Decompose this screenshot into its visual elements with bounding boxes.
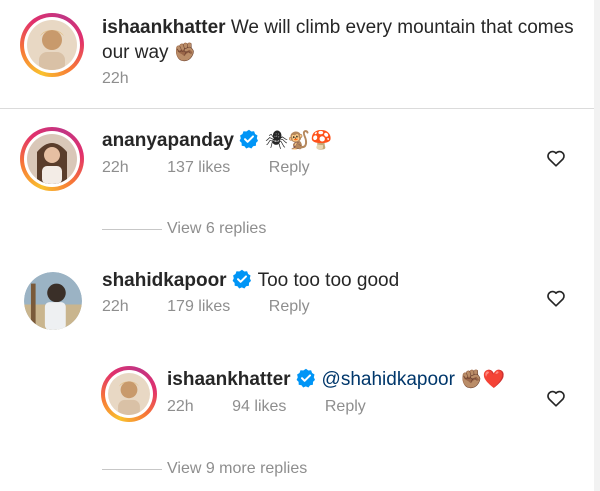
reply-button[interactable]: Reply bbox=[269, 159, 310, 176]
comment-time: 22h bbox=[102, 70, 129, 87]
heart-icon[interactable] bbox=[545, 287, 567, 309]
shahid-avatar-image bbox=[24, 272, 82, 330]
reply-username[interactable]: ishaankhatter bbox=[167, 369, 291, 390]
view-replies-button[interactable]: View 6 replies bbox=[167, 220, 266, 238]
comment-time: 22h bbox=[102, 159, 129, 176]
view-more-replies-button[interactable]: View 9 more replies bbox=[167, 460, 307, 478]
reply-button[interactable]: Reply bbox=[325, 398, 366, 415]
mention-link[interactable]: @shahidkapoor bbox=[322, 369, 455, 390]
comment-text: We will climb every mountain that comes bbox=[230, 17, 574, 38]
ishaan-avatar-image bbox=[27, 20, 77, 70]
fist-emoji: ✊🏽 bbox=[173, 42, 197, 63]
reply-button[interactable]: Reply bbox=[269, 298, 310, 315]
divider bbox=[0, 108, 594, 109]
comment-username[interactable]: ananyapanday bbox=[102, 130, 234, 151]
comment-text-continued: our way bbox=[102, 42, 169, 63]
ananya-avatar-image bbox=[27, 134, 77, 184]
emoji-group: 🕷🐒🍄 bbox=[265, 130, 333, 151]
view-replies-line bbox=[102, 229, 162, 230]
verified-badge-icon bbox=[296, 368, 315, 388]
fist-heart-emoji: ✊🏽❤️ bbox=[460, 369, 506, 390]
comment-text: Too too too good bbox=[257, 270, 400, 291]
likes-count[interactable]: 94 likes bbox=[232, 398, 286, 415]
avatar[interactable] bbox=[20, 13, 84, 77]
avatar[interactable] bbox=[24, 272, 82, 330]
view-replies-line bbox=[102, 469, 162, 470]
heart-icon[interactable] bbox=[545, 147, 567, 169]
heart-icon[interactable] bbox=[545, 387, 567, 409]
avatar[interactable] bbox=[20, 127, 84, 191]
comment-username[interactable]: ishaankhatter bbox=[102, 17, 226, 38]
avatar[interactable] bbox=[101, 366, 157, 422]
comment-time: 22h bbox=[102, 298, 129, 315]
likes-count[interactable]: 137 likes bbox=[167, 159, 230, 176]
ishaan-avatar-image bbox=[108, 373, 150, 415]
likes-count[interactable]: 179 likes bbox=[167, 298, 230, 315]
comment-username[interactable]: shahidkapoor bbox=[102, 270, 227, 291]
scroll-track bbox=[594, 0, 600, 491]
reply-time: 22h bbox=[167, 398, 194, 415]
verified-badge-icon bbox=[239, 129, 258, 149]
verified-badge-icon bbox=[232, 269, 251, 289]
